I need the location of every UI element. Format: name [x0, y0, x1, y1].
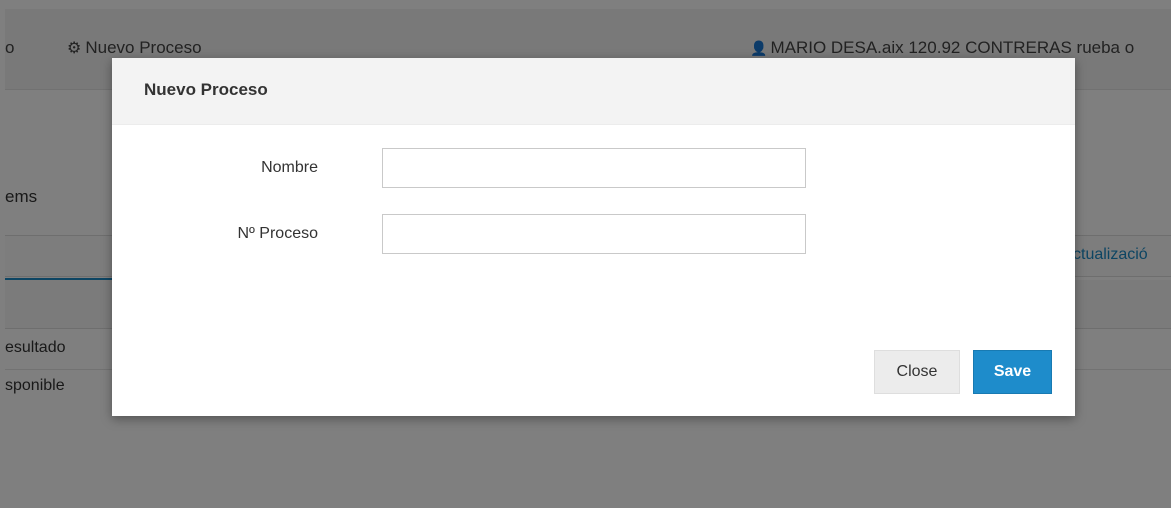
numero-proceso-input[interactable] [382, 214, 806, 254]
close-button[interactable]: Close [874, 350, 960, 394]
numero-proceso-row: Nº Proceso [112, 214, 1075, 256]
modal-title: Nuevo Proceso [144, 80, 268, 99]
modal-header: Nuevo Proceso [112, 58, 1075, 125]
nombre-label: Nombre [261, 159, 318, 176]
nuevo-proceso-dialog: Nuevo Proceso Nombre Nº Proceso Close Sa… [112, 58, 1075, 416]
save-button[interactable]: Save [973, 350, 1052, 394]
nombre-input[interactable] [382, 148, 806, 188]
numero-proceso-label: Nº Proceso [237, 225, 318, 242]
nombre-row: Nombre [112, 148, 1075, 190]
